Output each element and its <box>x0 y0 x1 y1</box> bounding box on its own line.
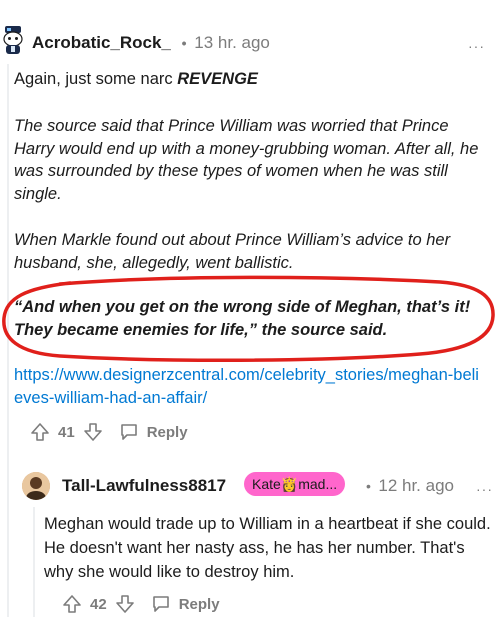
vote-bar: 42 Reply <box>62 592 220 616</box>
separator-dot: • <box>181 35 187 51</box>
thread-line <box>33 507 35 617</box>
reply-label: Reply <box>146 423 188 441</box>
timestamp[interactable]: 12 hr. ago <box>378 476 454 495</box>
comment-text: Again, just some narc <box>14 70 178 88</box>
timestamp[interactable]: 13 hr. ago <box>194 33 270 52</box>
avatar[interactable] <box>22 472 50 500</box>
comment-bubble-icon <box>152 596 169 612</box>
user-avatar-icon <box>22 472 50 500</box>
reply-button[interactable]: Reply <box>151 594 220 614</box>
emphasis-text: REVENGE <box>177 70 258 88</box>
snoo-avatar-icon <box>3 26 23 54</box>
comment-text: Meghan would trade up to William in a he… <box>44 515 491 581</box>
quoted-paragraph: When Markle found out about Prince Willi… <box>14 231 451 272</box>
vote-count: 41 <box>58 423 75 441</box>
user-flair: Kate👸mad... <box>244 472 346 496</box>
more-options-icon[interactable]: ··· <box>476 481 493 497</box>
upvote-icon[interactable] <box>30 422 50 442</box>
quoted-paragraph: The source said that Prince William was … <box>14 117 479 203</box>
comment-meta: • 12 hr. ago <box>366 476 454 496</box>
vote-bar: 41 Reply <box>30 420 188 444</box>
annotation-circle <box>2 275 495 363</box>
reply-button[interactable]: Reply <box>119 422 188 442</box>
vote-count: 42 <box>90 595 107 613</box>
downvote-icon[interactable] <box>115 594 135 614</box>
comment-bubble-icon <box>120 424 137 440</box>
comment-paragraph: Again, just some narc REVENGE <box>14 68 484 91</box>
avatar[interactable] <box>2 26 24 56</box>
article-link[interactable]: https://www.designerzcentral.com/celebri… <box>14 364 484 409</box>
username-link[interactable]: Acrobatic_Rock_ <box>32 33 171 52</box>
comment-header: Acrobatic_Rock_ • 13 hr. ago <box>32 33 270 53</box>
username-link[interactable]: Tall-Lawfulness8817 <box>62 476 226 496</box>
downvote-icon[interactable] <box>83 422 103 442</box>
separator-dot: • <box>366 478 371 494</box>
more-options-icon[interactable]: ··· <box>468 38 485 54</box>
upvote-icon[interactable] <box>62 594 82 614</box>
reply-label: Reply <box>178 595 220 613</box>
